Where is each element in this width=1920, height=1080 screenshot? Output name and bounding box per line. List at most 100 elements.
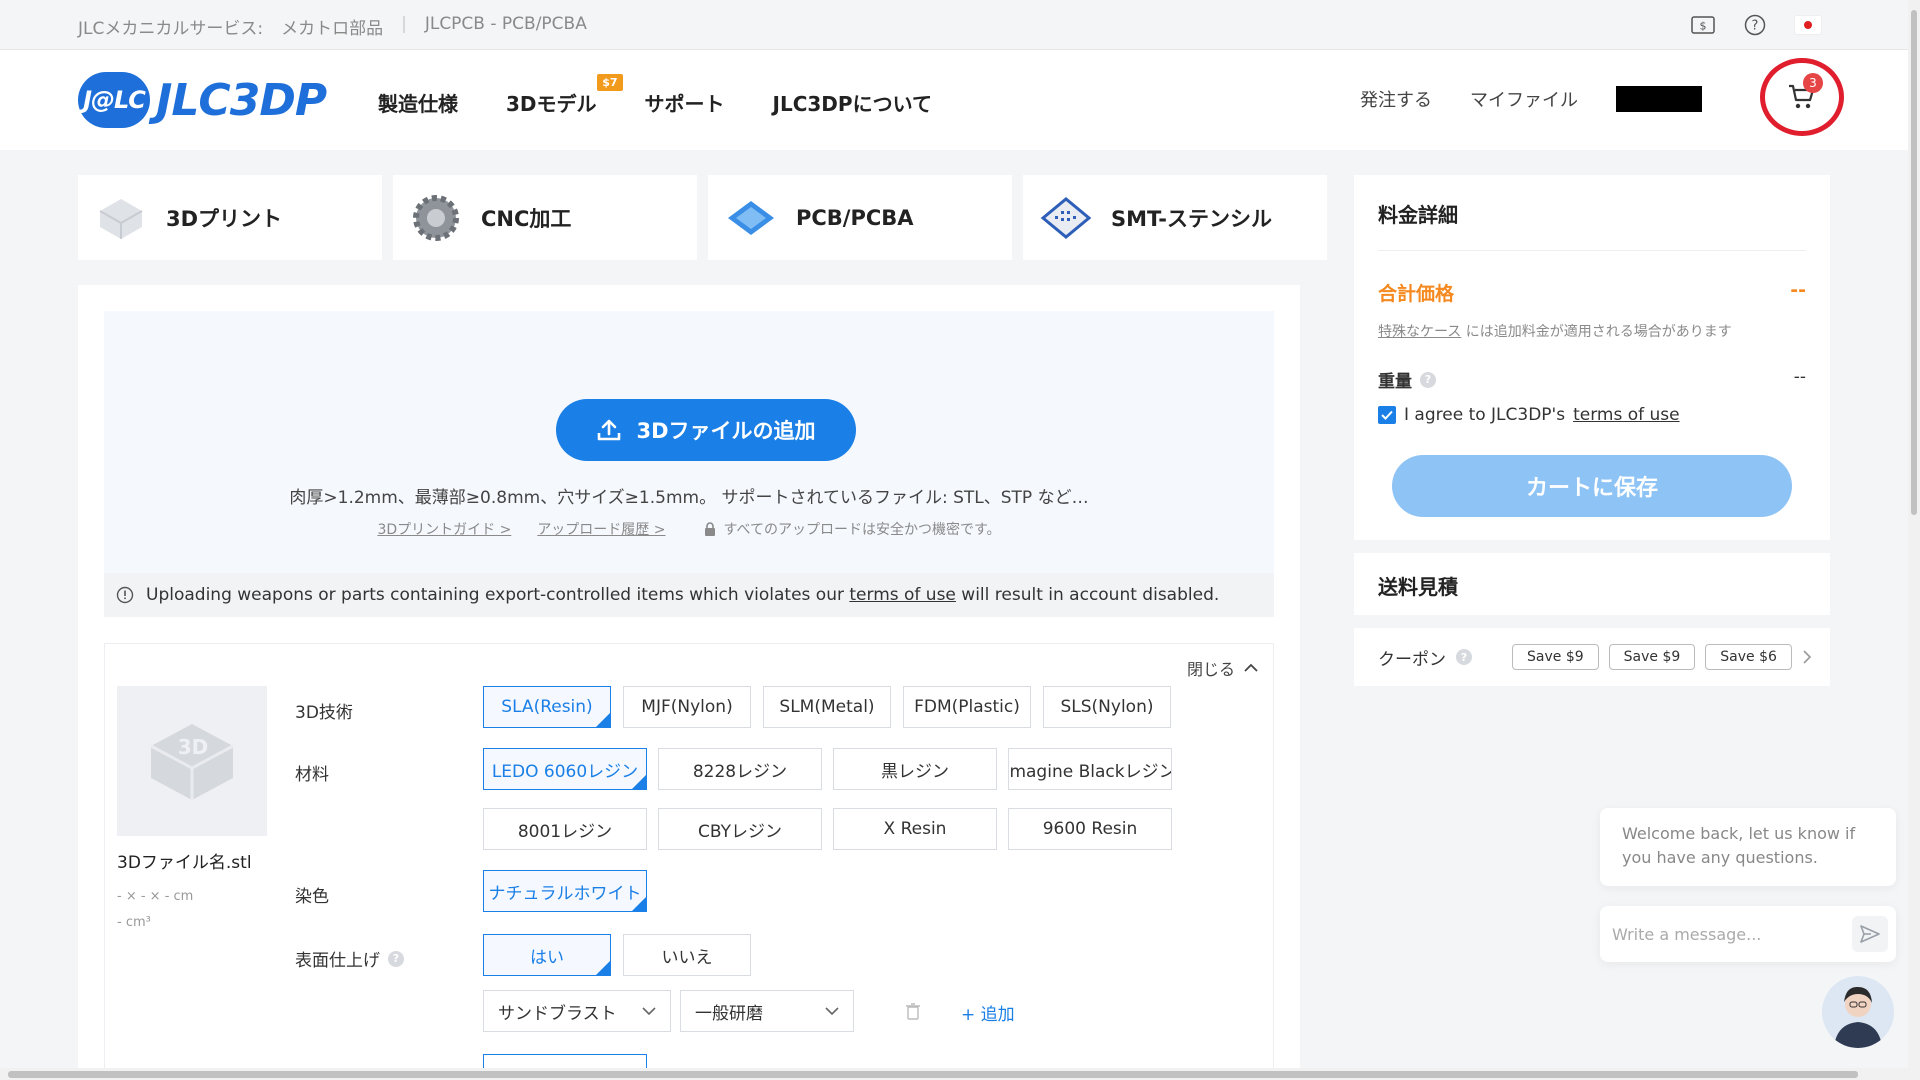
help-icon[interactable]: ? — [1420, 371, 1436, 388]
top-link-jlcpcb[interactable]: JLCPCB - PCB/PCBA — [425, 14, 587, 39]
main-panel: 3Dファイルの追加 肉厚>1.2mm、最薄部≥0.8mm、穴サイズ≥1.5mm。… — [78, 285, 1300, 1080]
menu-3d-models-label: 3Dモデル — [506, 92, 597, 116]
material-option-8228[interactable]: 8228レジン — [658, 748, 822, 790]
menu-about[interactable]: JLC3DPについて — [773, 88, 932, 117]
file-name: 3Dファイル名.stl — [117, 853, 252, 873]
save-to-cart-button[interactable]: カートに保存 — [1392, 455, 1792, 517]
vertical-scrollbar[interactable] — [1908, 0, 1920, 1080]
upload-history-link[interactable]: アップロード履歴 > — [537, 519, 665, 539]
upload-requirements: 肉厚>1.2mm、最薄部≥0.8mm、穴サイズ≥1.5mm。 サポートされている… — [289, 488, 1089, 508]
trash-icon[interactable] — [905, 1002, 921, 1024]
flag-icon[interactable] — [1794, 15, 1822, 35]
special-case-note: 特殊なケース には追加料金が適用される場合があります — [1378, 321, 1732, 341]
price-details-title: 料金詳細 — [1378, 203, 1458, 227]
finish-label-row: 表面仕上げ ? — [295, 946, 404, 971]
pcb-icon — [722, 189, 780, 247]
chevron-right-icon[interactable] — [1802, 650, 1812, 664]
chat-message-input[interactable]: Write a message... — [1600, 906, 1896, 962]
svg-text:$: $ — [1700, 20, 1707, 33]
menu-support[interactable]: サポート — [645, 88, 725, 117]
color-option-natural-white[interactable]: ナチュラルホワイト — [483, 870, 647, 912]
coupon-tag[interactable]: Save $9 — [1608, 644, 1696, 670]
weight-value: -- — [1793, 367, 1806, 387]
service-tab-pcb[interactable]: PCB/PCBA — [708, 175, 1012, 260]
top-link-mechatro[interactable]: メカトロ部品 — [281, 14, 383, 39]
chevron-down-icon — [825, 1006, 839, 1015]
tech-option-sls[interactable]: SLS(Nylon) — [1043, 686, 1171, 728]
color-label: 染色 — [295, 887, 329, 907]
logo[interactable]: J@LC JLC3DP — [78, 72, 327, 128]
coupon-tag[interactable]: Save $9 — [1512, 644, 1599, 670]
material-option-x-resin[interactable]: X Resin — [833, 808, 997, 850]
logo-text: JLC3DP — [156, 74, 327, 126]
send-icon — [1860, 925, 1880, 943]
main-menu: 製造仕様 3Dモデル $7 サポート JLC3DPについて — [378, 74, 932, 117]
currency-icon[interactable]: $ — [1690, 13, 1716, 37]
agree-text: I agree to JLC3DP's — [1404, 405, 1566, 425]
export-control-warning: Uploading weapons or parts containing ex… — [104, 573, 1274, 617]
terms-agreement: I agree to JLC3DP's terms of use — [1378, 405, 1680, 425]
shipping-estimate-panel[interactable]: 送料見積 — [1354, 553, 1830, 615]
terms-of-use-link[interactable]: terms of use — [849, 585, 956, 605]
finish-select-sandblast[interactable]: サンドブラスト — [483, 990, 671, 1032]
cart-count-badge: 3 — [1803, 73, 1823, 93]
smt-stencil-icon — [1037, 189, 1095, 247]
redacted-username[interactable] — [1616, 86, 1702, 112]
chevron-up-icon — [1244, 663, 1258, 672]
weight-row: 重量 ? — [1378, 367, 1436, 392]
material-option-ledo6060[interactable]: LEDO 6060レジン — [483, 748, 647, 790]
menu-3d-models[interactable]: 3Dモデル $7 — [506, 74, 623, 117]
chat-placeholder: Write a message... — [1612, 924, 1762, 944]
3d-print-guide-link[interactable]: 3Dプリントガイド > — [377, 519, 511, 539]
svg-text:3D: 3D — [178, 735, 209, 759]
secure-upload-text: すべてのアップロードは安全かつ機密です。 — [723, 522, 1001, 538]
top-link-mechanical[interactable]: JLCメカニカルサービス: — [78, 14, 263, 39]
support-agent-avatar[interactable] — [1822, 976, 1894, 1048]
add-3d-file-label: 3Dファイルの追加 — [636, 419, 816, 443]
file-volume: - cm³ — [117, 915, 151, 930]
material-option-9600[interactable]: 9600 Resin — [1008, 808, 1172, 850]
my-files-link[interactable]: マイファイル — [1470, 86, 1578, 112]
divider: | — [401, 14, 407, 34]
upload-area[interactable]: 3Dファイルの追加 肉厚>1.2mm、最薄部≥0.8mm、穴サイズ≥1.5mm。… — [104, 311, 1274, 581]
finish-select-polish[interactable]: 一般研磨 — [680, 990, 854, 1032]
material-option-8001[interactable]: 8001レジン — [483, 808, 647, 850]
add-finish-link[interactable]: + 追加 — [961, 1000, 1015, 1025]
coupon-tag[interactable]: Save $6 — [1705, 644, 1792, 670]
service-tab-smt-stencil[interactable]: SMT-ステンシル — [1023, 175, 1327, 260]
add-3d-file-button[interactable]: 3Dファイルの追加 — [556, 399, 856, 461]
service-label: SMT-ステンシル — [1111, 206, 1272, 231]
weight-label: 重量 — [1378, 372, 1412, 392]
help-icon[interactable]: ? — [388, 950, 404, 967]
menu-manufacturing-spec[interactable]: 製造仕様 — [378, 88, 458, 117]
warning-text-before: Uploading weapons or parts containing ex… — [146, 585, 844, 605]
divider — [1378, 250, 1806, 251]
coupon-row: クーポン ? Save $9 Save $9 Save $6 — [1354, 628, 1830, 686]
upload-icon — [598, 419, 621, 441]
help-icon[interactable]: ? — [1456, 649, 1472, 665]
finish-yes-button[interactable]: はい — [483, 934, 611, 976]
horizontal-scrollbar[interactable] — [0, 1068, 1920, 1080]
finish-no-button[interactable]: いいえ — [623, 934, 751, 976]
tech-option-mjf[interactable]: MJF(Nylon) — [623, 686, 751, 728]
top-utility-bar: JLCメカニカルサービス: メカトロ部品 | JLCPCB - PCB/PCBA… — [0, 0, 1920, 50]
service-tab-3d-print[interactable]: 3Dプリント — [78, 175, 382, 260]
tech-option-slm[interactable]: SLM(Metal) — [763, 686, 891, 728]
material-option-cby[interactable]: CBYレジン — [658, 808, 822, 850]
material-option-imagine-black[interactable]: Imagine Blackレジン — [1008, 748, 1172, 790]
material-option-black[interactable]: 黒レジン — [833, 748, 997, 790]
special-case-link[interactable]: 特殊なケース — [1378, 324, 1461, 340]
collapse-toggle[interactable]: 閉じる — [1187, 656, 1259, 680]
agree-checkbox[interactable] — [1378, 406, 1396, 424]
file-dimensions: - × - × - cm — [117, 889, 194, 904]
terms-of-use-link[interactable]: terms of use — [1573, 405, 1680, 425]
shipping-estimate-title: 送料見積 — [1378, 575, 1458, 599]
chevron-down-icon — [642, 1006, 656, 1015]
order-link[interactable]: 発注する — [1360, 86, 1432, 112]
tech-option-fdm[interactable]: FDM(Plastic) — [903, 686, 1031, 728]
send-button[interactable] — [1852, 916, 1888, 952]
tech-option-sla[interactable]: SLA(Resin) — [483, 686, 611, 728]
service-tab-cnc[interactable]: CNC加工 — [393, 175, 697, 260]
help-icon[interactable]: ? — [1742, 13, 1768, 37]
cart-button[interactable]: 3 — [1760, 58, 1844, 136]
